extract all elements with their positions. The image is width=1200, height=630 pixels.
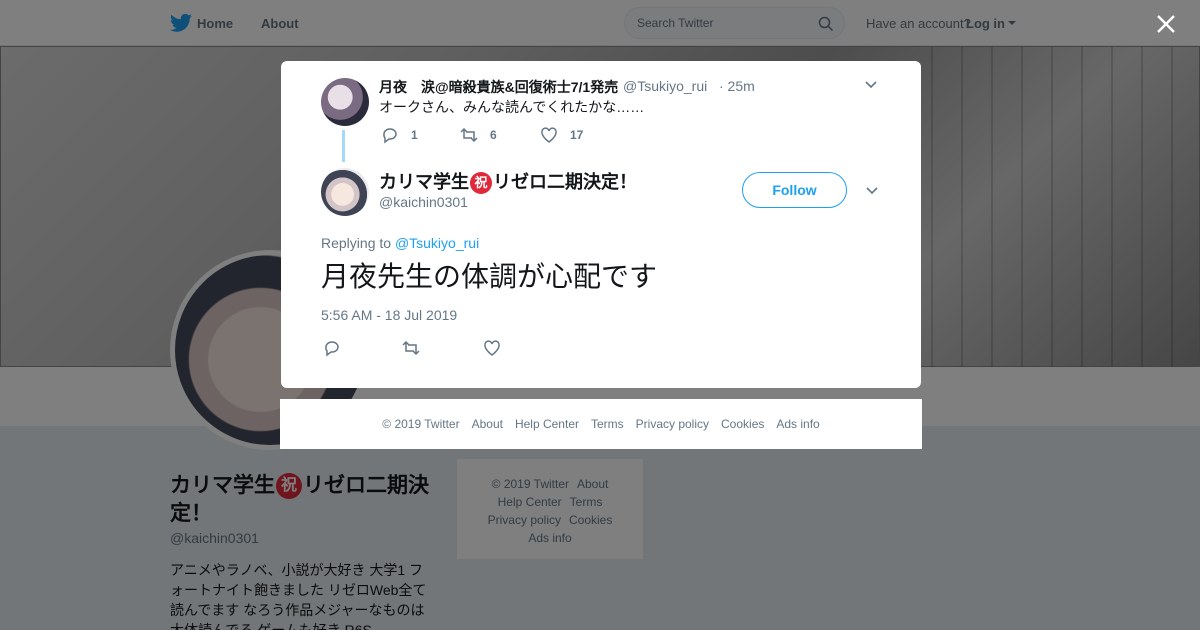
- modal-footer-cookies-link[interactable]: Cookies: [721, 417, 764, 431]
- retweet-icon: [460, 127, 478, 143]
- context-tweet-timestamp[interactable]: · 25m: [719, 78, 755, 94]
- retweet-count: 6: [490, 128, 497, 142]
- main-name-part1: カリマ学生: [379, 172, 469, 192]
- replying-to-label: Replying to: [321, 235, 392, 251]
- iwai-emoji-icon: 祝: [470, 172, 492, 195]
- reply-count: 1: [411, 128, 418, 142]
- reply-button[interactable]: 1: [381, 126, 418, 144]
- close-icon[interactable]: [1154, 12, 1178, 36]
- follow-button[interactable]: Follow: [742, 172, 847, 208]
- main-tweet-date[interactable]: 5:56 AM - 18 Jul 2019: [321, 307, 457, 323]
- main-name-part2: リゼロ二期決定！: [493, 172, 637, 192]
- reply-icon[interactable]: [323, 339, 341, 357]
- modal-footer: © 2019 Twitter About Help Center Terms P…: [280, 399, 922, 449]
- reply-icon: [383, 128, 397, 144]
- main-tweet-handle[interactable]: @kaichin0301: [379, 194, 468, 210]
- context-tweet-author-name[interactable]: 月夜 涙@暗殺貴族&回復術士7/1発売: [379, 77, 618, 97]
- tweet-modal: 月夜 涙@暗殺貴族&回復術士7/1発売 @Tsukiyo_rui · 25m オ…: [281, 61, 921, 388]
- modal-footer-copyright: © 2019 Twitter: [382, 417, 460, 431]
- heart-icon: [541, 127, 557, 143]
- replying-to: Replying to @Tsukiyo_rui: [321, 235, 479, 251]
- context-tweet-handle[interactable]: @Tsukiyo_rui: [623, 78, 707, 94]
- context-tweet-text: オークさん、みんな読んでくれたかな……: [379, 99, 645, 115]
- retweet-button[interactable]: 6: [460, 126, 497, 144]
- modal-footer-ads-link[interactable]: Ads info: [776, 417, 819, 431]
- thread-connector: [342, 130, 345, 162]
- chevron-down-icon[interactable]: [863, 77, 879, 93]
- modal-footer-about-link[interactable]: About: [472, 417, 503, 431]
- chevron-down-icon[interactable]: [864, 183, 880, 199]
- main-tweet-avatar[interactable]: [321, 168, 369, 216]
- context-tweet-avatar[interactable]: [321, 78, 369, 126]
- main-tweet-text: 月夜先生の体調が心配です: [321, 261, 658, 292]
- modal-footer-privacy-link[interactable]: Privacy policy: [636, 417, 709, 431]
- main-tweet-author-name[interactable]: カリマ学生祝リゼロ二期決定！: [379, 168, 637, 195]
- modal-footer-help-link[interactable]: Help Center: [515, 417, 579, 431]
- like-count: 17: [570, 128, 584, 142]
- like-button[interactable]: 17: [540, 126, 583, 144]
- modal-footer-terms-link[interactable]: Terms: [591, 417, 624, 431]
- heart-icon[interactable]: [483, 339, 501, 357]
- replying-to-handle-link[interactable]: @Tsukiyo_rui: [395, 235, 479, 251]
- retweet-icon[interactable]: [402, 339, 420, 357]
